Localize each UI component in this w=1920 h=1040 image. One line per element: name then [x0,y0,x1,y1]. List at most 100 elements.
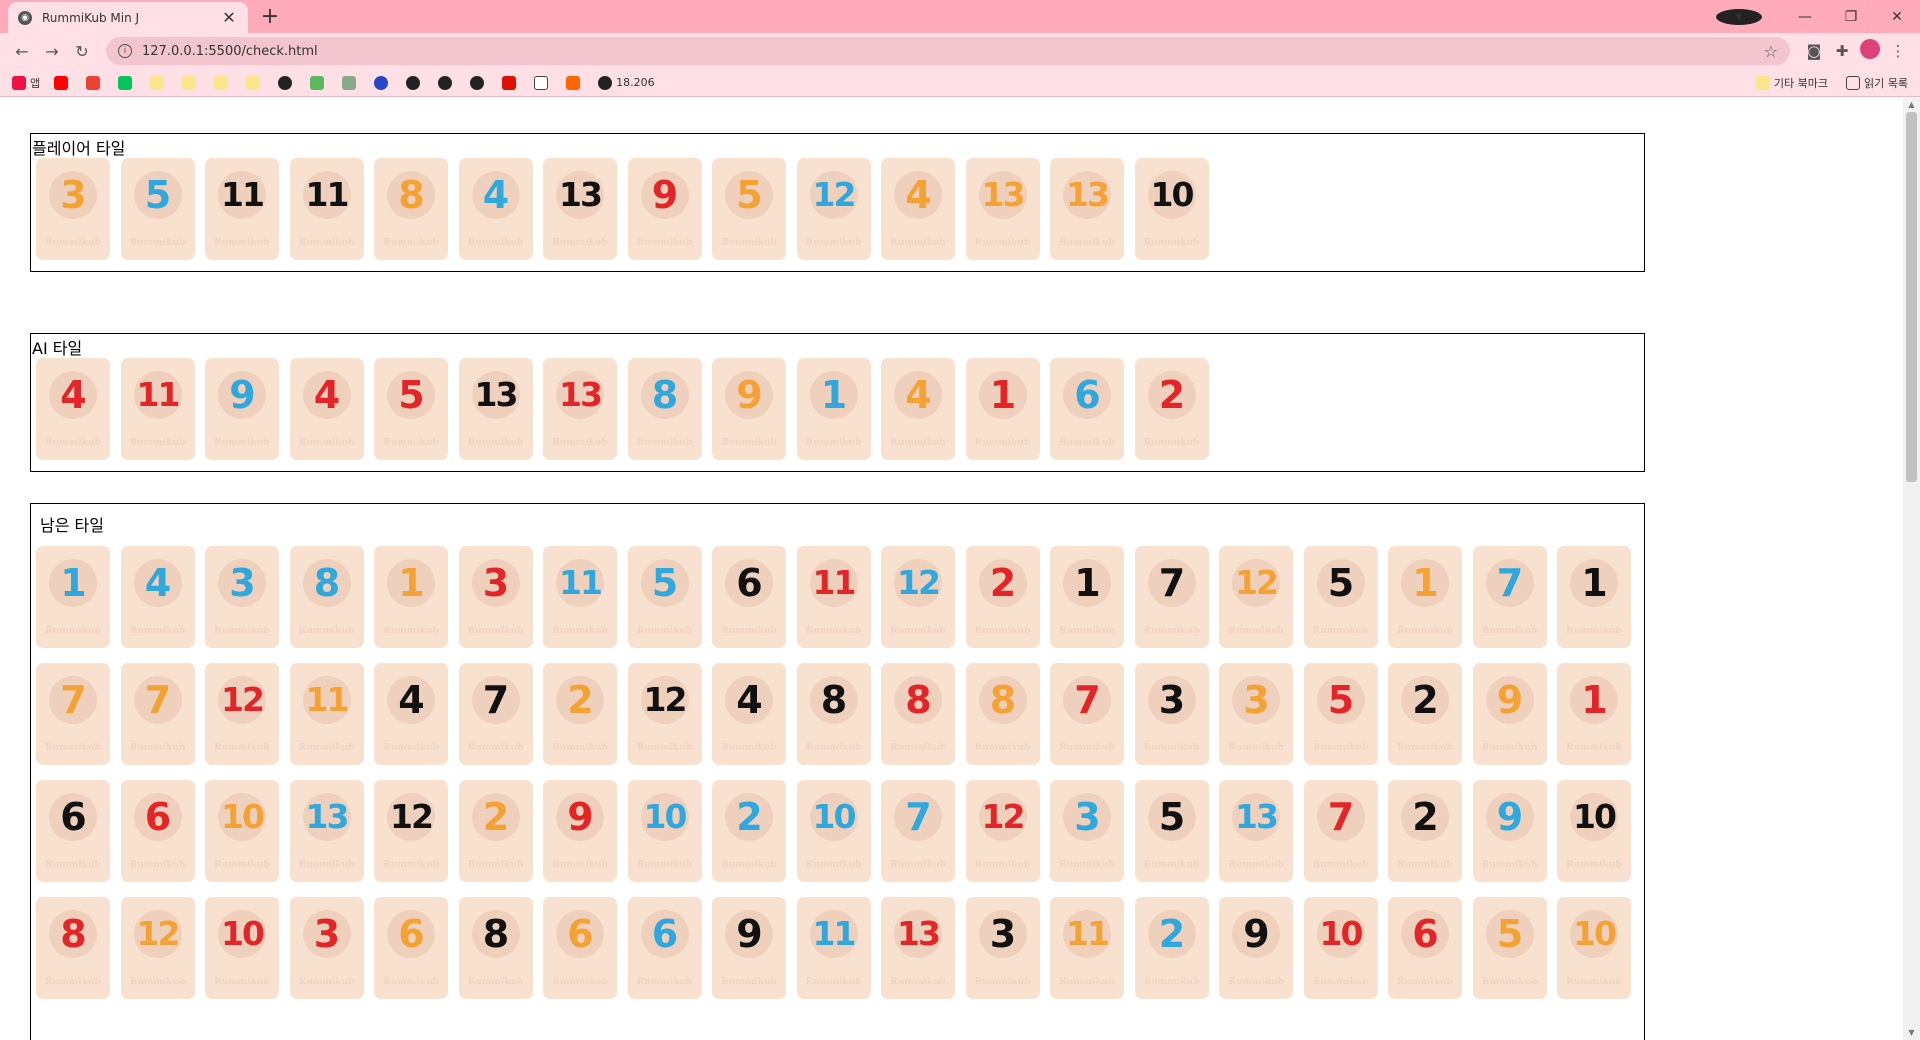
bookmark-check[interactable] [534,75,552,90]
number-tile[interactable]: 8 Rummikub [36,897,110,999]
number-tile[interactable]: 9 Rummikub [543,780,617,882]
number-tile[interactable]: 3 Rummikub [36,158,110,260]
bookmark-globe-1[interactable] [406,75,424,90]
number-tile[interactable]: 6 Rummikub [120,780,195,882]
number-tile[interactable]: 2 Rummikub [543,663,617,765]
number-tile[interactable]: 7 Rummikub [1472,546,1547,648]
number-tile[interactable]: 3 Rummikub [965,897,1040,999]
number-tile[interactable]: 12 Rummikub [1219,546,1293,648]
number-tile[interactable]: 6 Rummikub [543,897,617,999]
number-tile[interactable]: 13 Rummikub [458,358,533,460]
bookmark-folder-2[interactable] [182,75,200,90]
number-tile[interactable]: 3 Rummikub [1219,663,1293,765]
number-tile[interactable]: 10 Rummikub [1303,897,1378,999]
bookmark-globe-3[interactable] [470,75,488,90]
number-tile[interactable]: 7 Rummikub [36,663,110,765]
number-tile[interactable]: 3 Rummikub [289,897,364,999]
bookmark-chart[interactable] [342,75,360,90]
number-tile[interactable]: 7 Rummikub [458,663,533,765]
number-tile[interactable]: 11 Rummikub [1050,897,1124,999]
number-tile[interactable]: 2 Rummikub [1134,358,1209,460]
camera-icon[interactable]: ◙ [1800,42,1828,60]
extensions-icon[interactable]: ✚ [1828,42,1856,60]
bookmark-box[interactable] [566,75,584,90]
scroll-down-arrow-icon[interactable]: ▼ [1903,1026,1920,1040]
bookmark-github[interactable] [278,75,296,90]
number-tile[interactable]: 6 Rummikub [712,546,786,648]
number-tile[interactable]: 13 Rummikub [1050,158,1124,260]
number-tile[interactable]: 9 Rummikub [712,358,786,460]
menu-icon[interactable]: ⋮ [1884,42,1912,60]
reading-list[interactable]: 읽기 목록 [1846,75,1908,91]
number-tile[interactable]: 12 Rummikub [120,897,195,999]
bookmark-star-icon[interactable]: ☆ [1764,42,1778,61]
bookmark-blue[interactable] [374,75,392,90]
number-tile[interactable]: 8 Rummikub [965,663,1040,765]
number-tile[interactable]: 4 Rummikub [120,546,195,648]
number-tile[interactable]: 12 Rummikub [205,663,279,765]
number-tile[interactable]: 13 Rummikub [1219,780,1293,882]
number-tile[interactable]: 11 Rummikub [796,897,871,999]
number-tile[interactable]: 3 Rummikub [458,546,533,648]
number-tile[interactable]: 11 Rummikub [543,546,617,648]
vertical-scrollbar[interactable]: ▲ ▼ [1903,98,1920,1040]
reload-button[interactable]: ↻ [68,37,96,65]
number-tile[interactable]: 9 Rummikub [1472,663,1547,765]
number-tile[interactable]: 2 Rummikub [712,780,786,882]
forward-button[interactable]: → [38,37,66,65]
site-info-icon[interactable]: i [118,44,132,58]
number-tile[interactable]: 2 Rummikub [965,546,1040,648]
number-tile[interactable]: 11 Rummikub [796,546,871,648]
number-tile[interactable]: 9 Rummikub [205,358,279,460]
number-tile[interactable]: 12 Rummikub [796,158,871,260]
number-tile[interactable]: 2 Rummikub [1134,897,1209,999]
other-bookmarks[interactable]: 기타 북마크 [1755,75,1828,91]
bookmark-folder-4[interactable] [246,75,264,90]
number-tile[interactable]: 6 Rummikub [374,897,448,999]
number-tile[interactable]: 7 Rummikub [1134,546,1209,648]
tab-search-icon[interactable]: ▾ [1716,8,1762,25]
number-tile[interactable]: 1 Rummikub [374,546,448,648]
number-tile[interactable]: 13 Rummikub [543,158,617,260]
number-tile[interactable]: 10 Rummikub [1557,897,1631,999]
profile-avatar[interactable] [1856,39,1884,63]
close-window-button[interactable]: ✕ [1874,9,1920,25]
number-tile[interactable]: 3 Rummikub [1050,780,1124,882]
number-tile[interactable]: 2 Rummikub [1388,663,1462,765]
number-tile[interactable]: 4 Rummikub [36,358,110,460]
bookmark-globe-2[interactable] [438,75,456,90]
number-tile[interactable]: 8 Rummikub [458,897,533,999]
number-tile[interactable]: 3 Rummikub [205,546,279,648]
number-tile[interactable]: 6 Rummikub [36,780,110,882]
number-tile[interactable]: 1 Rummikub [965,358,1040,460]
number-tile[interactable]: 12 Rummikub [374,780,448,882]
number-tile[interactable]: 10 Rummikub [627,780,702,882]
number-tile[interactable]: 10 Rummikub [796,780,871,882]
minimize-button[interactable]: — [1782,9,1828,25]
number-tile[interactable]: 5 Rummikub [1472,897,1547,999]
number-tile[interactable]: 8 Rummikub [374,158,448,260]
number-tile[interactable]: 5 Rummikub [1134,780,1209,882]
number-tile[interactable]: 4 Rummikub [712,663,786,765]
number-tile[interactable]: 12 Rummikub [881,546,955,648]
number-tile[interactable]: 1 Rummikub [1388,546,1462,648]
bookmark-apps[interactable]: 앱 [12,75,40,91]
number-tile[interactable]: 7 Rummikub [120,663,195,765]
browser-tab[interactable]: ◉ RummiKub Min J ✕ [8,2,248,33]
number-tile[interactable]: 12 Rummikub [627,663,702,765]
number-tile[interactable]: 11 Rummikub [205,158,279,260]
number-tile[interactable]: 7 Rummikub [1303,780,1378,882]
scroll-thumb[interactable] [1906,112,1917,482]
number-tile[interactable]: 10 Rummikub [205,780,279,882]
bookmark-naver[interactable] [118,75,136,90]
number-tile[interactable]: 13 Rummikub [881,897,955,999]
number-tile[interactable]: 1 Rummikub [796,358,871,460]
number-tile[interactable]: 6 Rummikub [1050,358,1124,460]
number-tile[interactable]: 9 Rummikub [1472,780,1547,882]
number-tile[interactable]: 5 Rummikub [374,358,448,460]
number-tile[interactable]: 1 Rummikub [1557,546,1631,648]
number-tile[interactable]: 4 Rummikub [881,358,955,460]
number-tile[interactable]: 8 Rummikub [289,546,364,648]
number-tile[interactable]: 6 Rummikub [627,897,702,999]
number-tile[interactable]: 9 Rummikub [712,897,786,999]
